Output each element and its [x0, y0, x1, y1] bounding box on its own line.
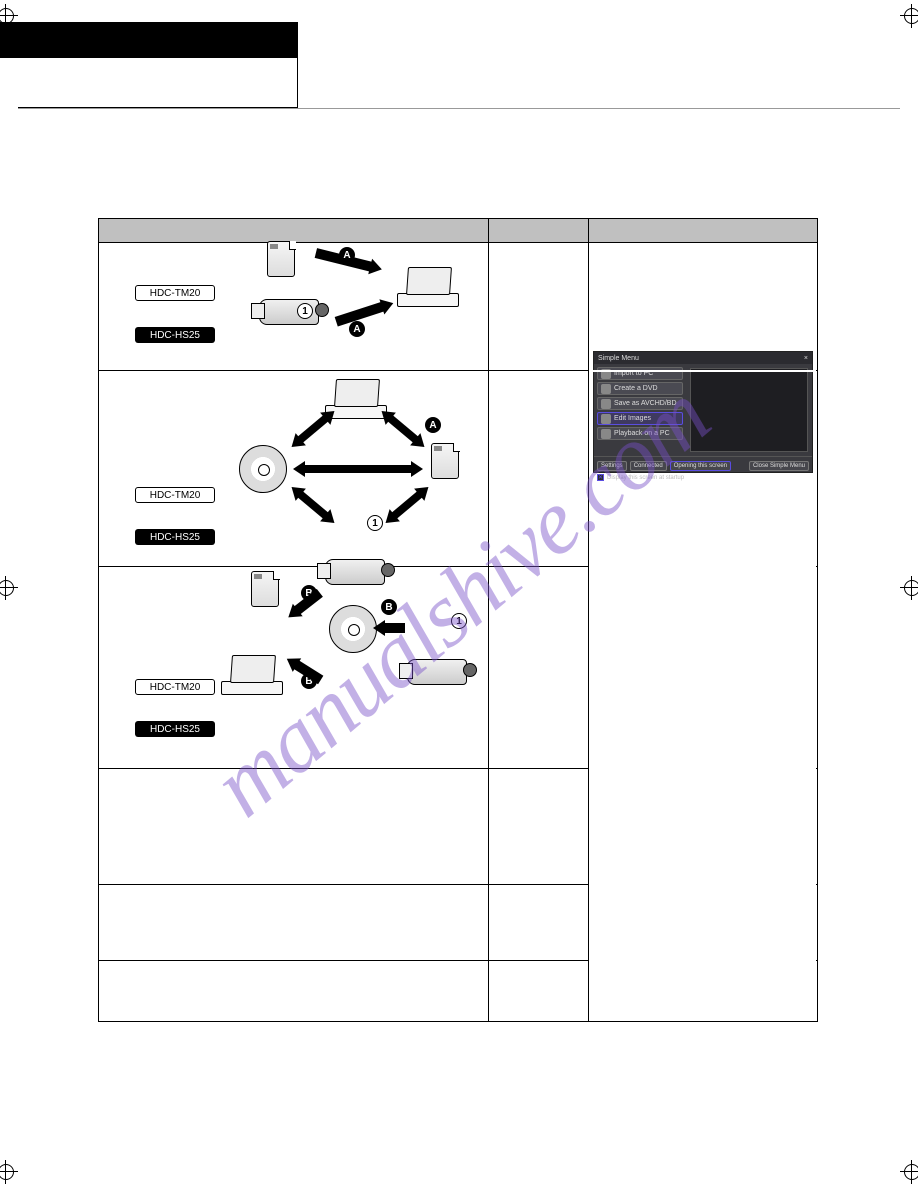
disc-icon: [239, 445, 287, 493]
sd-card-icon: [267, 241, 295, 277]
cell-page: [489, 769, 589, 884]
arrow-icon: [383, 623, 405, 633]
close-icon[interactable]: ×: [804, 355, 808, 362]
diagram-sync: 1 A: [229, 375, 484, 562]
registration-mark: [0, 576, 18, 600]
cell-spacer: [589, 371, 817, 566]
app-title: Simple Menu: [598, 355, 639, 362]
registration-mark: [0, 4, 18, 28]
feature-table: HDC-TM20 HDC-HS25 1 A A: [98, 218, 818, 1022]
cell-page: [489, 243, 589, 370]
double-arrow-icon: [387, 414, 420, 443]
marker-a: A: [425, 417, 441, 433]
marker-b: B: [381, 599, 397, 615]
cell-function: HDC-TM20 HDC-HS25 1 B B B: [99, 567, 489, 768]
registration-mark: [900, 4, 918, 28]
registration-mark: [900, 576, 918, 600]
laptop-icon: [221, 655, 285, 699]
cell-function: HDC-TM20 HDC-HS25 1 A A: [99, 243, 489, 370]
camcorder-icon: [399, 653, 477, 693]
table-row: HDC-TM20 HDC-HS25 1 A: [99, 371, 817, 567]
app-titlebar: Simple Menu ×: [594, 352, 812, 364]
double-arrow-icon: [391, 490, 424, 519]
page: manualshive.com HDC-TM20 HDC-HS25 1: [0, 0, 918, 1188]
table-header: [99, 219, 817, 243]
double-arrow-icon: [303, 465, 413, 473]
cell-spacer: [589, 769, 817, 884]
header-divider: [18, 108, 900, 109]
cell-function: HDC-TM20 HDC-HS25 1 A: [99, 371, 489, 566]
diagram-import: 1 A A: [229, 247, 484, 366]
cell-spacer: [589, 567, 817, 768]
model-badge-tm20: HDC-TM20: [135, 285, 215, 301]
registration-mark: [900, 1160, 918, 1184]
th-screenshot: [589, 219, 817, 242]
marker-1: 1: [297, 303, 313, 319]
cell-screenshot: Simple Menu × Import to PC Create a DVD …: [589, 243, 817, 370]
model-badge-tm20: HDC-TM20: [135, 487, 215, 503]
table-row: HDC-TM20 HDC-HS25 1 A A: [99, 243, 817, 371]
model-badge-hs25: HDC-HS25: [135, 529, 215, 545]
cell-page: [489, 567, 589, 768]
cell-spacer: [589, 961, 817, 1021]
model-badge-tm20: HDC-TM20: [135, 679, 215, 695]
th-page: [489, 219, 589, 242]
registration-mark: [0, 1160, 18, 1184]
diagram-burn: 1 B B B: [229, 571, 484, 764]
camcorder-icon: [251, 293, 329, 333]
laptop-icon: [397, 267, 461, 311]
marker-a: A: [339, 247, 355, 263]
table-row: [99, 769, 817, 885]
double-arrow-icon: [297, 414, 330, 443]
cell-function: [99, 961, 489, 1021]
cell-function: [99, 769, 489, 884]
cell-page: [489, 885, 589, 960]
section-subtab: [18, 58, 298, 108]
table-row: [99, 885, 817, 961]
marker-a: A: [349, 321, 365, 337]
table-row: [99, 961, 817, 1021]
model-badge-hs25: HDC-HS25: [135, 327, 215, 343]
th-function: [99, 219, 489, 242]
cell-page: [489, 961, 589, 1021]
cell-spacer: [589, 885, 817, 960]
model-badge-hs25: HDC-HS25: [135, 721, 215, 737]
sd-card-icon: [251, 571, 279, 607]
section-tab-bar: [0, 22, 298, 58]
sd-card-icon: [431, 443, 459, 479]
disc-icon: [329, 605, 377, 653]
table-row: HDC-TM20 HDC-HS25 1 B B B: [99, 567, 817, 769]
marker-1: 1: [451, 613, 467, 629]
cell-function: [99, 885, 489, 960]
cell-page: [489, 371, 589, 566]
double-arrow-icon: [297, 490, 330, 519]
